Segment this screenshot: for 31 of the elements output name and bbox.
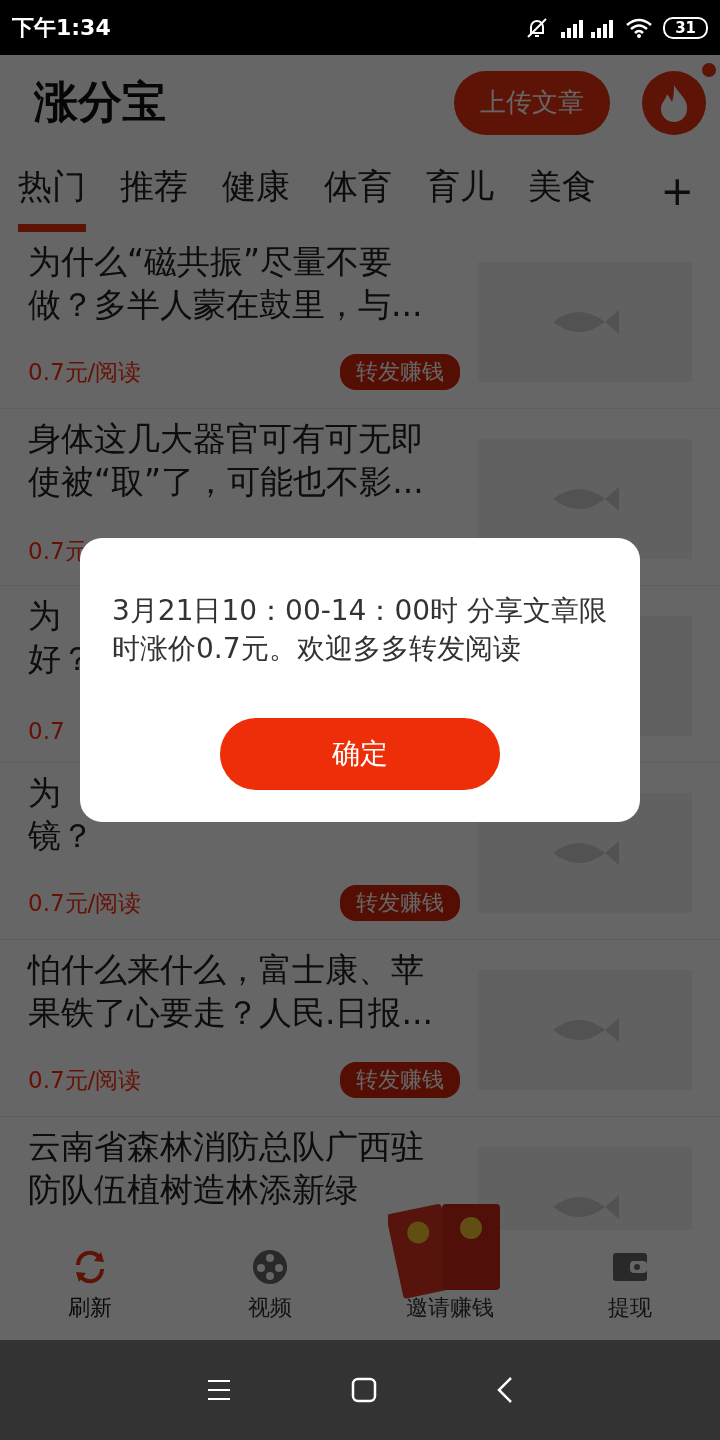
category-tab[interactable]: 美食 (528, 150, 596, 232)
nav-item[interactable]: 提现 (540, 1230, 720, 1340)
status-time: 下午1:34 (12, 13, 111, 42)
battery-level: 31 (663, 16, 708, 39)
upload-article-button[interactable]: 上传文章 (454, 70, 610, 135)
article-title[interactable]: 身体这几大器官可有可无即 (28, 417, 460, 460)
app-title: 涨分宝 (34, 75, 167, 129)
nav-item[interactable]: 视频 (180, 1230, 360, 1340)
price-per-read: 0.7元/阅读 (28, 1065, 142, 1095)
dialog-message: 3月21日10：00-14：00时 分享文章限时涨价0.7元。欢迎多多转发阅读 (112, 593, 608, 667)
article-title[interactable]: 使被“取”了，可能也不影... (28, 460, 460, 503)
category-tab[interactable]: 推荐 (120, 150, 188, 232)
add-tab-button[interactable]: + (652, 168, 702, 214)
article-title[interactable]: 云南省森林消防总队广西驻 (28, 1125, 460, 1168)
article-title[interactable]: 做？多半人蒙在鼓里，与... (28, 283, 460, 326)
share-earn-tag[interactable]: 转发赚钱 (340, 1062, 460, 1098)
article-title[interactable]: 怕什么来什么，富士康、苹 (28, 948, 460, 991)
price-per-read: 0.7 (28, 718, 65, 744)
article-title[interactable]: 为什么“磁共振”尽量不要 (28, 240, 460, 283)
share-earn-tag[interactable]: 转发赚钱 (340, 354, 460, 390)
article-title[interactable]: 果铁了心要走？人民.日报... (28, 991, 460, 1034)
nav-item[interactable]: 刷新 (0, 1230, 180, 1340)
category-tab[interactable]: 健康 (222, 150, 290, 232)
price-per-read: 0.7元/阅读 (28, 357, 142, 387)
price-per-read: 0.7元/阅读 (28, 888, 142, 918)
confirm-button[interactable]: 确定 (220, 718, 500, 790)
category-tab[interactable]: 育儿 (426, 150, 494, 232)
share-earn-tag[interactable]: 转发赚钱 (340, 885, 460, 921)
category-tab[interactable]: 体育 (324, 150, 392, 232)
category-tab[interactable]: 热门 (18, 150, 86, 232)
article-title[interactable]: 防队伍植树造林添新绿 (28, 1168, 460, 1211)
